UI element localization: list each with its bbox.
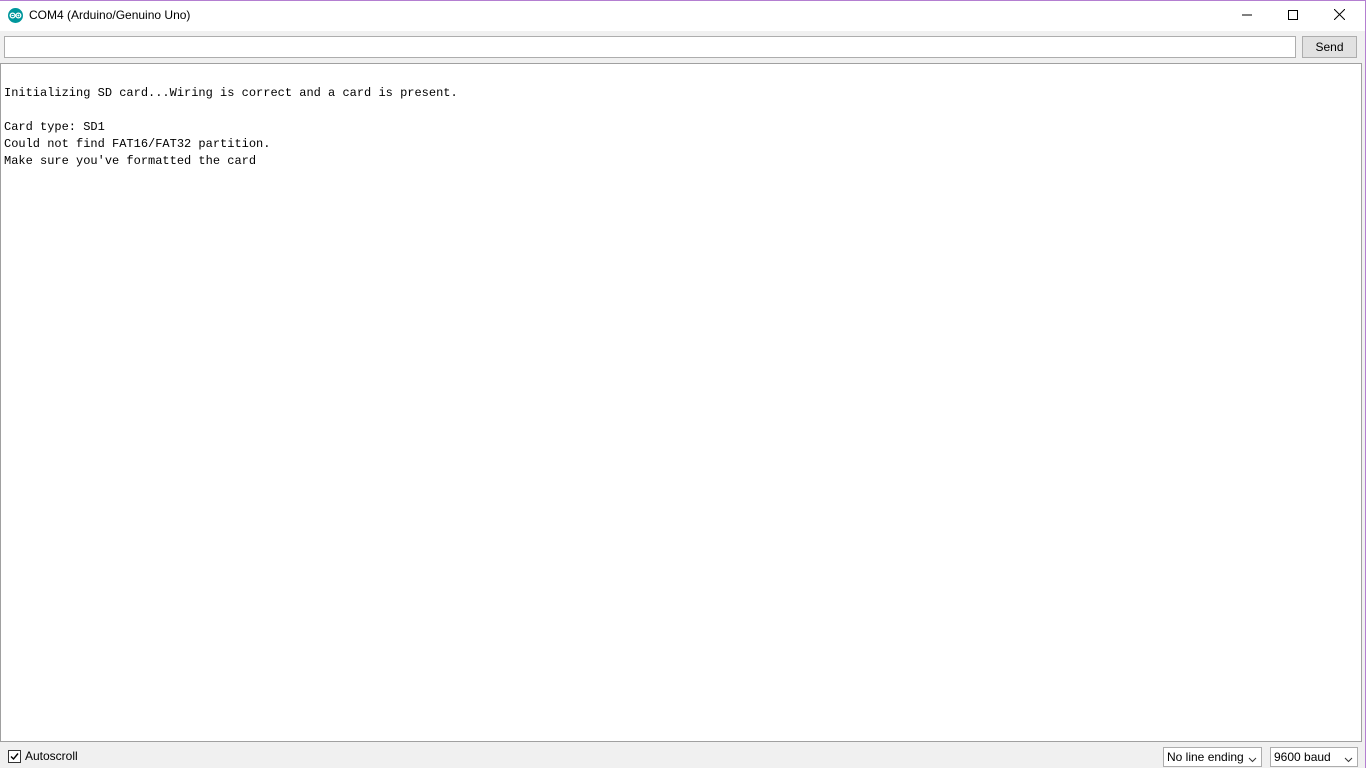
send-button[interactable]: Send [1302,36,1357,58]
title-bar: COM4 (Arduino/Genuino Uno) [0,1,1365,31]
send-input[interactable] [4,36,1296,58]
maximize-icon [1288,7,1298,25]
chevron-down-icon [1248,753,1257,767]
baud-rate-value: 9600 baud [1274,750,1331,764]
output-line: Initializing SD card...Wiring is correct… [4,86,458,100]
autoscroll-toggle[interactable]: Autoscroll [8,749,78,763]
autoscroll-label: Autoscroll [25,749,78,763]
baud-rate-select[interactable]: 9600 baud [1270,747,1358,767]
minimize-icon [1242,7,1252,25]
close-button[interactable] [1316,1,1362,31]
maximize-button[interactable] [1270,1,1316,31]
serial-monitor-window: COM4 (Arduino/Genuino Uno) Send Initiali… [0,0,1366,768]
chevron-down-icon [1344,753,1353,767]
line-ending-value: No line ending [1167,750,1244,764]
bottom-bar: Autoscroll No line ending 9600 baud [0,742,1365,768]
line-ending-select[interactable]: No line ending [1163,747,1262,767]
arduino-icon [8,8,23,23]
window-title: COM4 (Arduino/Genuino Uno) [29,8,191,22]
close-icon [1333,7,1345,25]
serial-output[interactable]: Initializing SD card...Wiring is correct… [0,63,1362,742]
checkmark-icon [10,752,19,760]
output-line: Make sure you've formatted the card [4,154,257,168]
minimize-button[interactable] [1224,1,1270,31]
output-line: Card type: SD1 [4,120,105,134]
output-line: Could not find FAT16/FAT32 partition. [4,137,271,151]
autoscroll-checkbox[interactable] [8,749,21,763]
